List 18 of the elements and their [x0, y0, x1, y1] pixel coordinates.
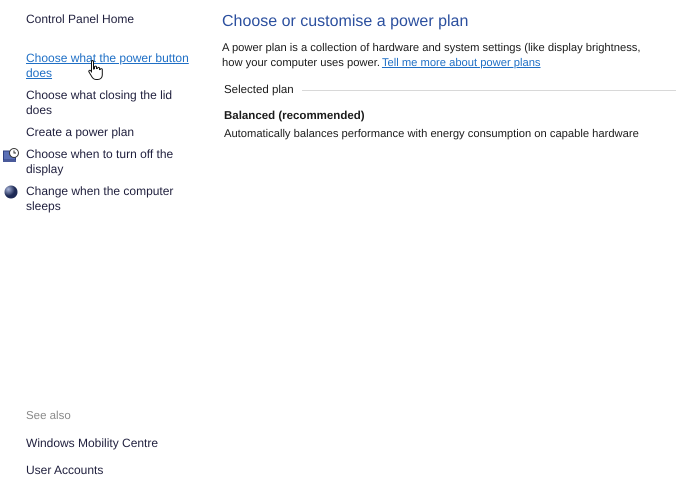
page-title: Choose or customise a power plan [222, 12, 470, 32]
description-text: how your computer uses power. [222, 56, 380, 71]
sidebar-link[interactable]: Choose what the power button does [26, 51, 200, 81]
moon-icon [4, 185, 18, 199]
learn-more-link[interactable]: Tell me more about power plans [382, 56, 541, 71]
sidebar-link[interactable]: Choose when to turn off the display [26, 147, 200, 177]
see-also-heading: See also [26, 408, 72, 424]
description-text: A power plan is a collection of hardware and system settings (like display brightness, [222, 41, 642, 56]
see-also-link[interactable]: Windows Mobility Centre [26, 434, 210, 452]
sidebar-link[interactable]: Create a power plan [26, 125, 200, 140]
plan-description: Automatically balances performance with energy consumption on capable hardware [223, 126, 640, 142]
plan-name: Balanced (recommended) [223, 109, 366, 124]
section-heading: Selected plan [224, 83, 295, 98]
see-also-link[interactable]: User Accounts [26, 461, 210, 479]
sidebar-link[interactable]: Choose what closing the lid does [26, 88, 200, 118]
control-panel-home-link[interactable]: Control Panel Home [26, 12, 134, 26]
sidebar-link[interactable]: Change when the computer sleeps [26, 184, 200, 214]
display-clock-icon [3, 148, 19, 162]
